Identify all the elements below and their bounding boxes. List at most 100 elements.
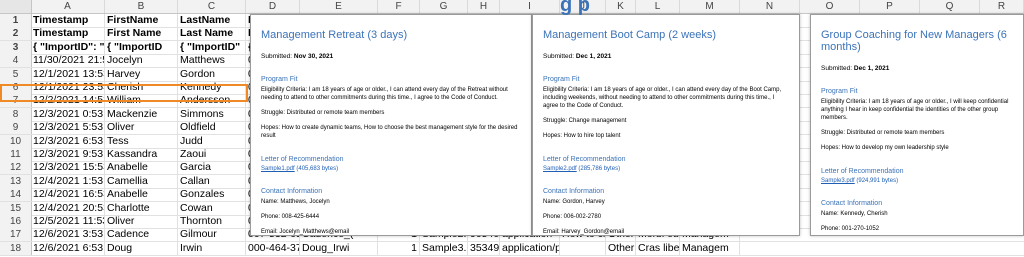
column-header-c[interactable]: C (178, 0, 246, 13)
table-cell[interactable]: { "ImportID": "time (31, 40, 105, 54)
program-fit-heading: Program Fit (821, 88, 858, 95)
table-cell[interactable]: Anabelle (105, 161, 178, 175)
table-cell[interactable]: Cras libero (636, 241, 680, 255)
column-header-k[interactable]: K (606, 0, 636, 13)
table-cell[interactable]: Other (606, 241, 636, 255)
column-header-i[interactable]: I (500, 0, 560, 13)
table-cell[interactable]: 12/3/2021 15:53 (31, 161, 105, 175)
table-cell[interactable]: Camellia (105, 174, 178, 188)
table-cell[interactable]: Thornton (178, 215, 246, 228)
table-cell[interactable]: Managem (680, 241, 740, 255)
column-header-m[interactable]: M (680, 0, 740, 13)
row-number[interactable]: 15 (0, 201, 32, 215)
table-cell[interactable]: 12/3/2021 0:53 (31, 107, 105, 121)
submitted-line: Submitted: Dec 1, 2021 (821, 65, 1013, 72)
table-cell[interactable]: 12/1/2021 13:53 (31, 67, 105, 81)
table-cell[interactable]: Doug (105, 241, 178, 255)
table-cell[interactable]: Last Name (178, 27, 246, 41)
table-cell[interactable]: Judd (178, 134, 246, 148)
table-cell[interactable]: Charlotte (105, 201, 178, 215)
row-number[interactable]: 13 (0, 174, 32, 188)
row-number[interactable]: 16 (0, 215, 32, 228)
table-cell[interactable]: Simmons (178, 107, 246, 121)
row-number[interactable]: 17 (0, 228, 32, 242)
attachment-link[interactable]: Sample3.pdf (821, 178, 855, 184)
table-cell[interactable]: 11/30/2021 21:53 (31, 54, 105, 68)
table-cell[interactable]: Kassandra (105, 148, 178, 161)
table-cell[interactable]: Oldfield (178, 121, 246, 135)
row-number[interactable]: 18 (0, 241, 32, 255)
table-cell[interactable]: 12/6/2021 6:53 (31, 241, 105, 255)
table-cell[interactable]: Mackenzie (105, 107, 178, 121)
column-header-g[interactable]: G (420, 0, 468, 13)
table-cell[interactable]: FirstName (105, 14, 178, 27)
table-cell[interactable]: 12/3/2021 5:53 (31, 121, 105, 135)
table-cell[interactable]: Matthews (178, 54, 246, 68)
column-header-q[interactable]: Q (920, 0, 980, 13)
row-number[interactable]: 8 (0, 107, 32, 121)
column-header-o[interactable]: O (800, 0, 860, 13)
column-header-b[interactable]: B (105, 0, 178, 13)
table-cell[interactable]: { "ImportID" (178, 40, 246, 54)
column-header-d[interactable]: D (246, 0, 300, 13)
table-cell[interactable]: First Name (105, 27, 178, 41)
row-number[interactable]: 14 (0, 188, 32, 202)
table-cell[interactable]: Doug_Irwi (300, 241, 378, 255)
table-cell[interactable]: 1 (378, 241, 420, 255)
row-number[interactable]: 1 (0, 14, 32, 27)
table-cell[interactable]: Callan (178, 174, 246, 188)
column-header-a[interactable]: A (31, 0, 105, 13)
table-cell[interactable]: Anabelle (105, 188, 178, 202)
table-cell[interactable]: 12/3/2021 9:53 (31, 148, 105, 161)
column-header-n[interactable]: N (740, 0, 800, 13)
table-cell[interactable]: Cowan (178, 201, 246, 215)
table-cell[interactable]: Gilmour (178, 228, 246, 242)
table-cell[interactable]: { "ImportID (105, 40, 178, 54)
attachment-link[interactable]: Sample2.pdf (543, 166, 577, 172)
row-number[interactable]: 2 (0, 27, 32, 41)
row-number[interactable]: 12 (0, 161, 32, 175)
table-cell[interactable]: Tess (105, 134, 178, 148)
table-cell[interactable]: Timestamp (31, 27, 105, 41)
column-header-p[interactable]: P (860, 0, 920, 13)
row-number[interactable]: 9 (0, 121, 32, 135)
table-cell[interactable]: Zaoui (178, 148, 246, 161)
row-number[interactable]: 10 (0, 134, 32, 148)
table-cell[interactable]: Jocelyn (105, 54, 178, 68)
select-all-corner[interactable] (0, 0, 32, 14)
row-number[interactable]: 5 (0, 67, 32, 81)
table-cell[interactable]: 12/4/2021 16:53 (31, 188, 105, 202)
table-cell[interactable]: 12/4/2021 1:53 (31, 174, 105, 188)
column-header-f[interactable]: F (378, 0, 420, 13)
table-cell[interactable]: 12/3/2021 6:53 (31, 134, 105, 148)
table-cell[interactable]: 12/4/2021 20:53 (31, 201, 105, 215)
table-cell[interactable]: Gordon (178, 67, 246, 81)
table-cell[interactable] (560, 241, 606, 255)
letter-heading: Letter of Recommendation (543, 156, 626, 163)
table-cell[interactable]: Oliver (105, 215, 178, 228)
column-header-l[interactable]: L (636, 0, 680, 13)
column-header-h[interactable]: H (468, 0, 500, 13)
table-cell[interactable]: Garcia (178, 161, 246, 175)
row-number[interactable]: 3 (0, 40, 32, 54)
table-cell[interactable]: LastName (178, 14, 246, 27)
table-cell[interactable]: Oliver (105, 121, 178, 135)
table-cell[interactable]: application/pdf (500, 241, 560, 255)
table-cell[interactable]: 000-464-3743 (246, 241, 300, 255)
table-cell[interactable]: Cadence (105, 228, 178, 242)
table-cell[interactable]: Timestamp (31, 14, 105, 27)
column-header-e[interactable]: E (300, 0, 378, 13)
table-cell[interactable]: 353493 (468, 241, 500, 255)
submitted-date: Dec 1, 2021 (575, 53, 612, 60)
table-cell[interactable]: Harvey (105, 67, 178, 81)
table-row[interactable]: 1812/6/2021 6:53DougIrwin000-464-3743Dou… (0, 241, 1024, 256)
table-cell[interactable]: 12/6/2021 3:53 (31, 228, 105, 242)
row-number[interactable]: 11 (0, 148, 32, 161)
column-header-r[interactable]: R (980, 0, 1024, 13)
table-cell[interactable]: 12/5/2021 11:53 (31, 215, 105, 228)
table-cell[interactable]: Gonzales (178, 188, 246, 202)
table-cell[interactable]: Sample3.p (420, 241, 468, 255)
row-number[interactable]: 4 (0, 54, 32, 68)
table-cell[interactable]: Irwin (178, 241, 246, 255)
attachment-link[interactable]: Sample1.pdf (261, 166, 295, 172)
